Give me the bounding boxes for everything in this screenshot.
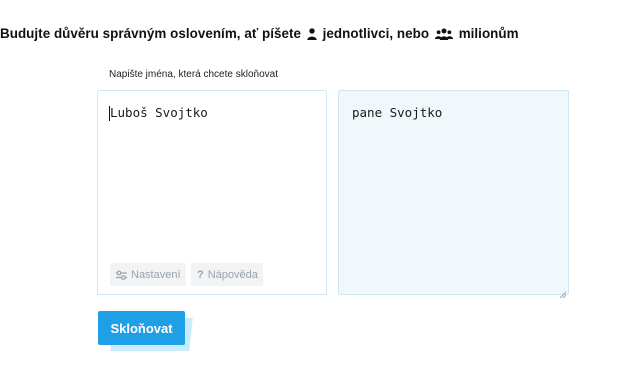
help-label: Nápověda — [207, 268, 258, 281]
sliders-icon — [116, 270, 127, 280]
person-icon — [307, 28, 317, 43]
names-textarea[interactable]: Luboš Svojtko — [109, 105, 208, 121]
declension-output-text: pane Svojtko — [352, 105, 443, 120]
headline: Budujte důvěru správným oslovením, ať pí… — [0, 26, 627, 43]
declension-output-panel[interactable]: pane Svojtko — [338, 90, 569, 299]
settings-label: Nastavení — [131, 268, 181, 281]
settings-button[interactable]: Nastavení — [110, 263, 186, 286]
question-icon: ? — [197, 268, 204, 281]
help-button[interactable]: ? Nápověda — [191, 263, 263, 286]
decline-submit-button[interactable]: Skloňovat — [98, 311, 185, 345]
resize-handle-icon[interactable] — [559, 285, 567, 299]
names-input-panel: Luboš Svojtko Nastavení ? Nápověda — [97, 90, 327, 295]
headline-part-3: milionům — [458, 26, 519, 41]
names-textarea-value: Luboš Svojtko — [110, 105, 208, 120]
input-instruction: Napište jména, která chcete skloňovat — [109, 69, 278, 80]
text-caret — [109, 106, 110, 121]
headline-part-1: Budujte důvěru správným oslovením, ať pí… — [0, 26, 302, 41]
group-icon — [434, 28, 453, 43]
headline-part-2: jednotlivci, nebo — [322, 26, 430, 41]
